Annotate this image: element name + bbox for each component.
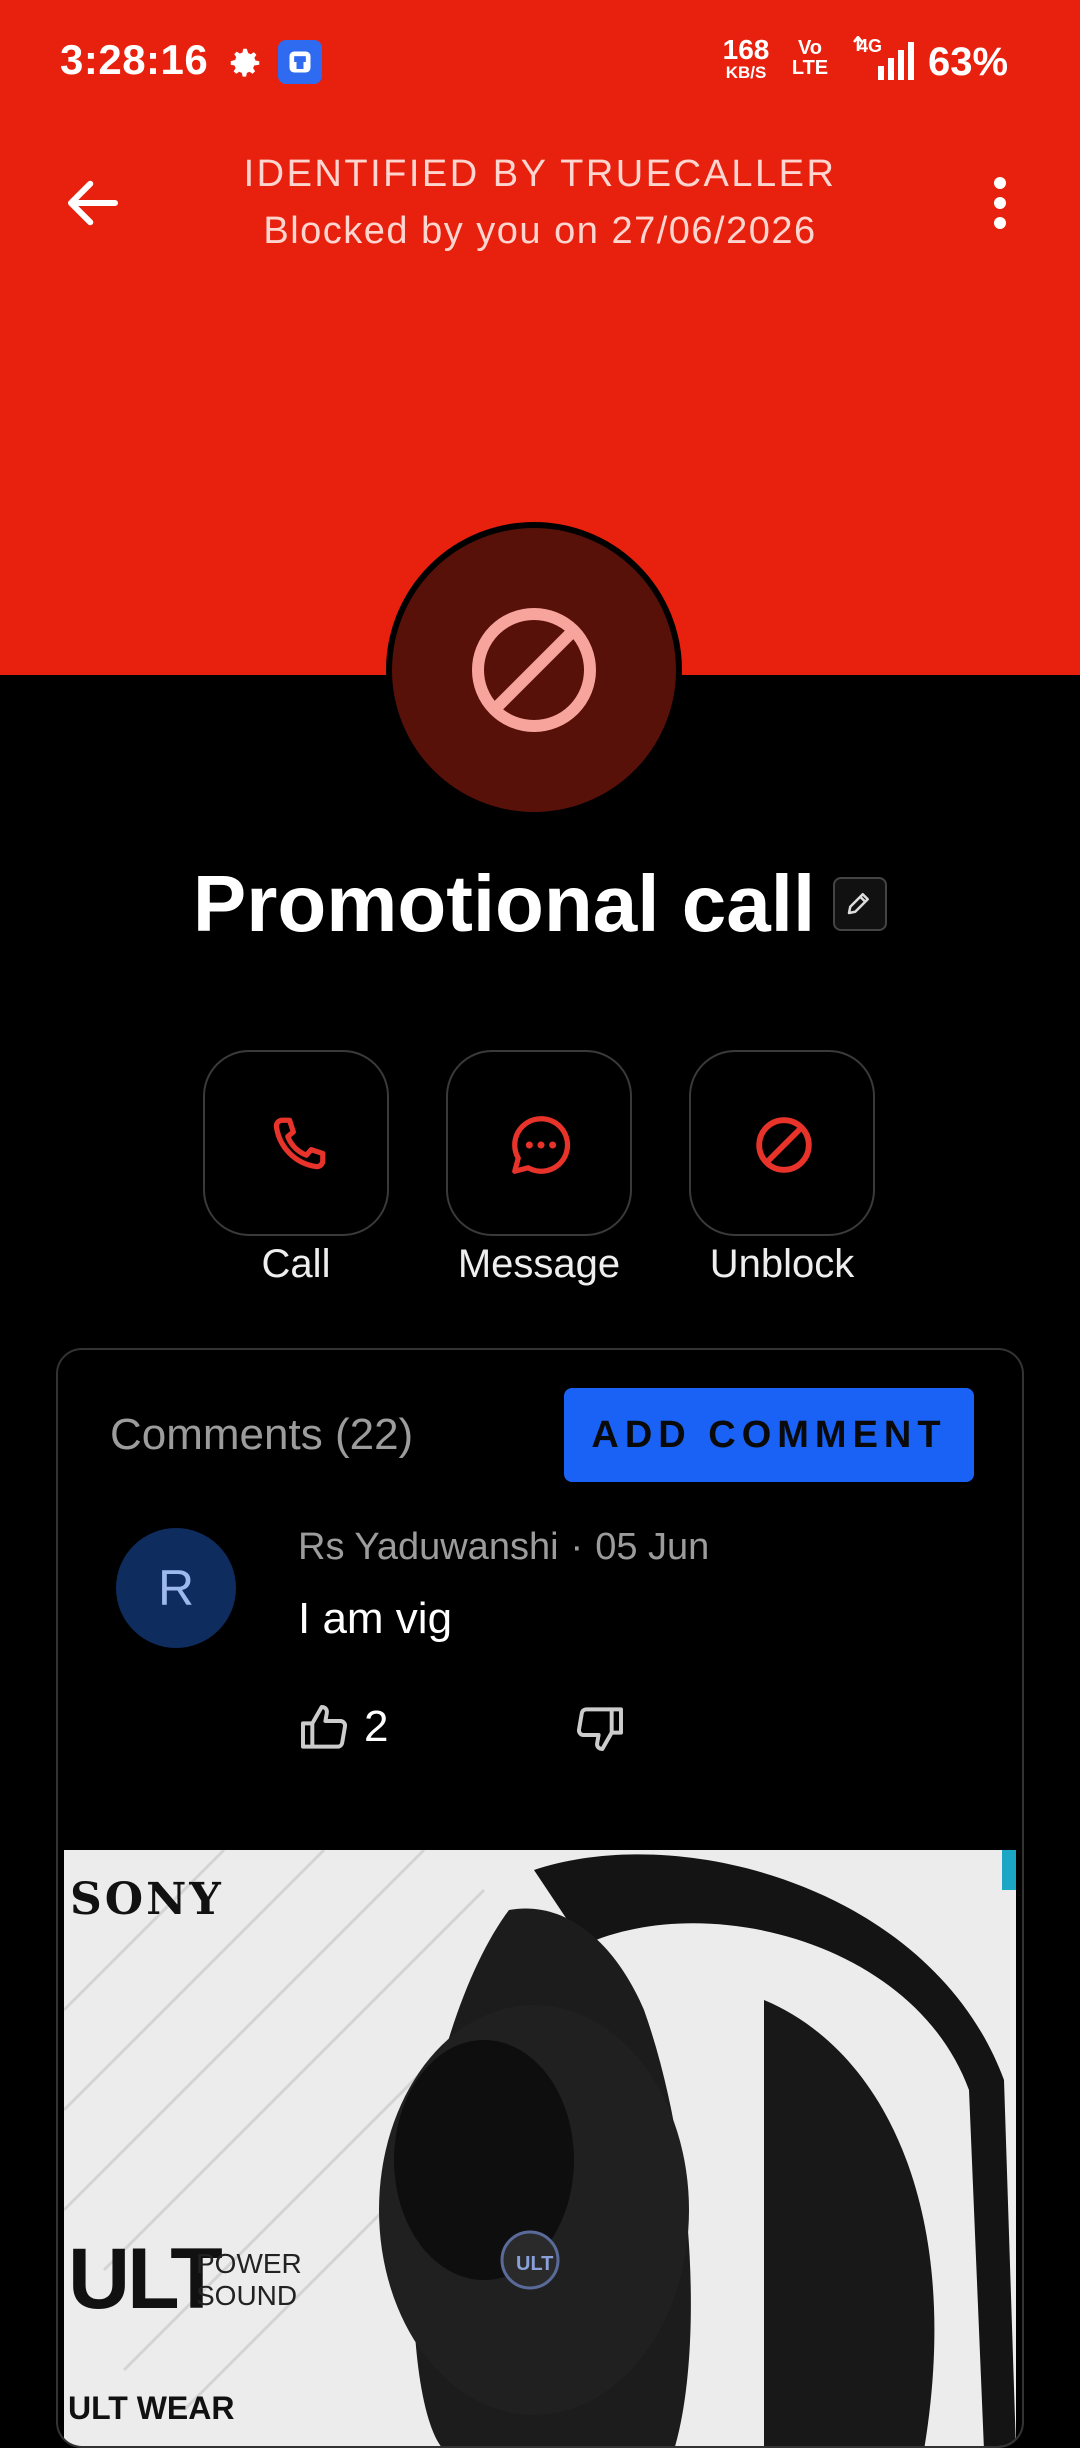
comment-separator: ·: [570, 1526, 584, 1568]
call-button[interactable]: [203, 1050, 389, 1236]
volte-indicator: Vo LTE: [790, 38, 830, 78]
comment-date: 05 Jun: [595, 1526, 710, 1568]
header-title: IDENTIFIED BY TRUECALLER: [243, 153, 837, 195]
call-label: Call: [261, 1242, 331, 1286]
svg-text:ULT: ULT: [516, 2253, 553, 2275]
thumbs-up-icon[interactable]: [296, 1700, 352, 1756]
thumbs-down-icon[interactable]: [572, 1700, 628, 1756]
more-options-button[interactable]: [970, 170, 1030, 236]
unblock-button[interactable]: [689, 1050, 875, 1236]
block-icon: [756, 1117, 812, 1173]
unblock-label: Unblock: [709, 1242, 855, 1286]
edit-name-button[interactable]: [833, 876, 888, 931]
contact-name-row: Promotional call: [0, 852, 1080, 950]
battery-level: 63%: [928, 40, 1009, 84]
ad-banner[interactable]: ULT SONY ULT POWER SOUND ULT WEAR: [64, 1850, 1016, 2446]
network-speed: 168 KB/S: [716, 34, 776, 82]
message-label: Message: [457, 1242, 621, 1286]
ad-tagline: POWER SOUND: [196, 2248, 302, 2312]
ad-series: ULT WEAR: [68, 2390, 235, 2426]
status-time: 3:28:16: [60, 36, 209, 83]
like-count: 2: [364, 1702, 389, 1751]
volte-bottom: LTE: [791, 57, 829, 79]
comment-author: Rs Yaduwanshi: [298, 1526, 559, 1568]
header-subtitle: Blocked by you on 27/06/2026: [263, 210, 817, 252]
add-comment-button[interactable]: ADD COMMENT: [564, 1388, 974, 1482]
phone-icon: [273, 1117, 326, 1170]
ad-tagline-2: SOUND: [196, 2280, 298, 2311]
comments-title: Comments (22): [110, 1410, 414, 1459]
signal-icon: 4G: [850, 36, 920, 84]
pencil-icon: [847, 892, 870, 915]
comment-meta: Rs Yaduwanshi · 05 Jun: [298, 1526, 709, 1569]
message-button[interactable]: [446, 1050, 632, 1236]
comment-text: I am vig: [298, 1594, 453, 1643]
arrow-left-icon: [67, 180, 119, 226]
ad-choices-icon[interactable]: [1002, 1850, 1016, 1890]
back-button[interactable]: [60, 170, 126, 236]
comments-card: Comments (22) ADD COMMENT R Rs Yaduwansh…: [56, 1348, 1024, 2448]
block-icon: [472, 608, 596, 732]
contact-avatar: [386, 522, 682, 818]
ad-brand: SONY: [70, 1874, 224, 1925]
app-notification-icon: [278, 40, 322, 84]
gear-icon: [226, 44, 264, 82]
headphones-image: ULT: [64, 1850, 1016, 2446]
volte-top: Vo: [797, 37, 823, 59]
speed-unit: KB/S: [725, 63, 767, 82]
comment-avatar: R: [116, 1528, 236, 1648]
speed-value: 168: [722, 34, 770, 65]
contact-name: Promotional call: [192, 858, 816, 948]
message-icon: [512, 1116, 571, 1174]
more-vert-icon: [994, 177, 1006, 229]
status-bar: 3:28:16 168 KB/S Vo LTE 4G 63%: [0, 0, 1080, 125]
ad-tagline-1: POWER: [196, 2248, 302, 2279]
